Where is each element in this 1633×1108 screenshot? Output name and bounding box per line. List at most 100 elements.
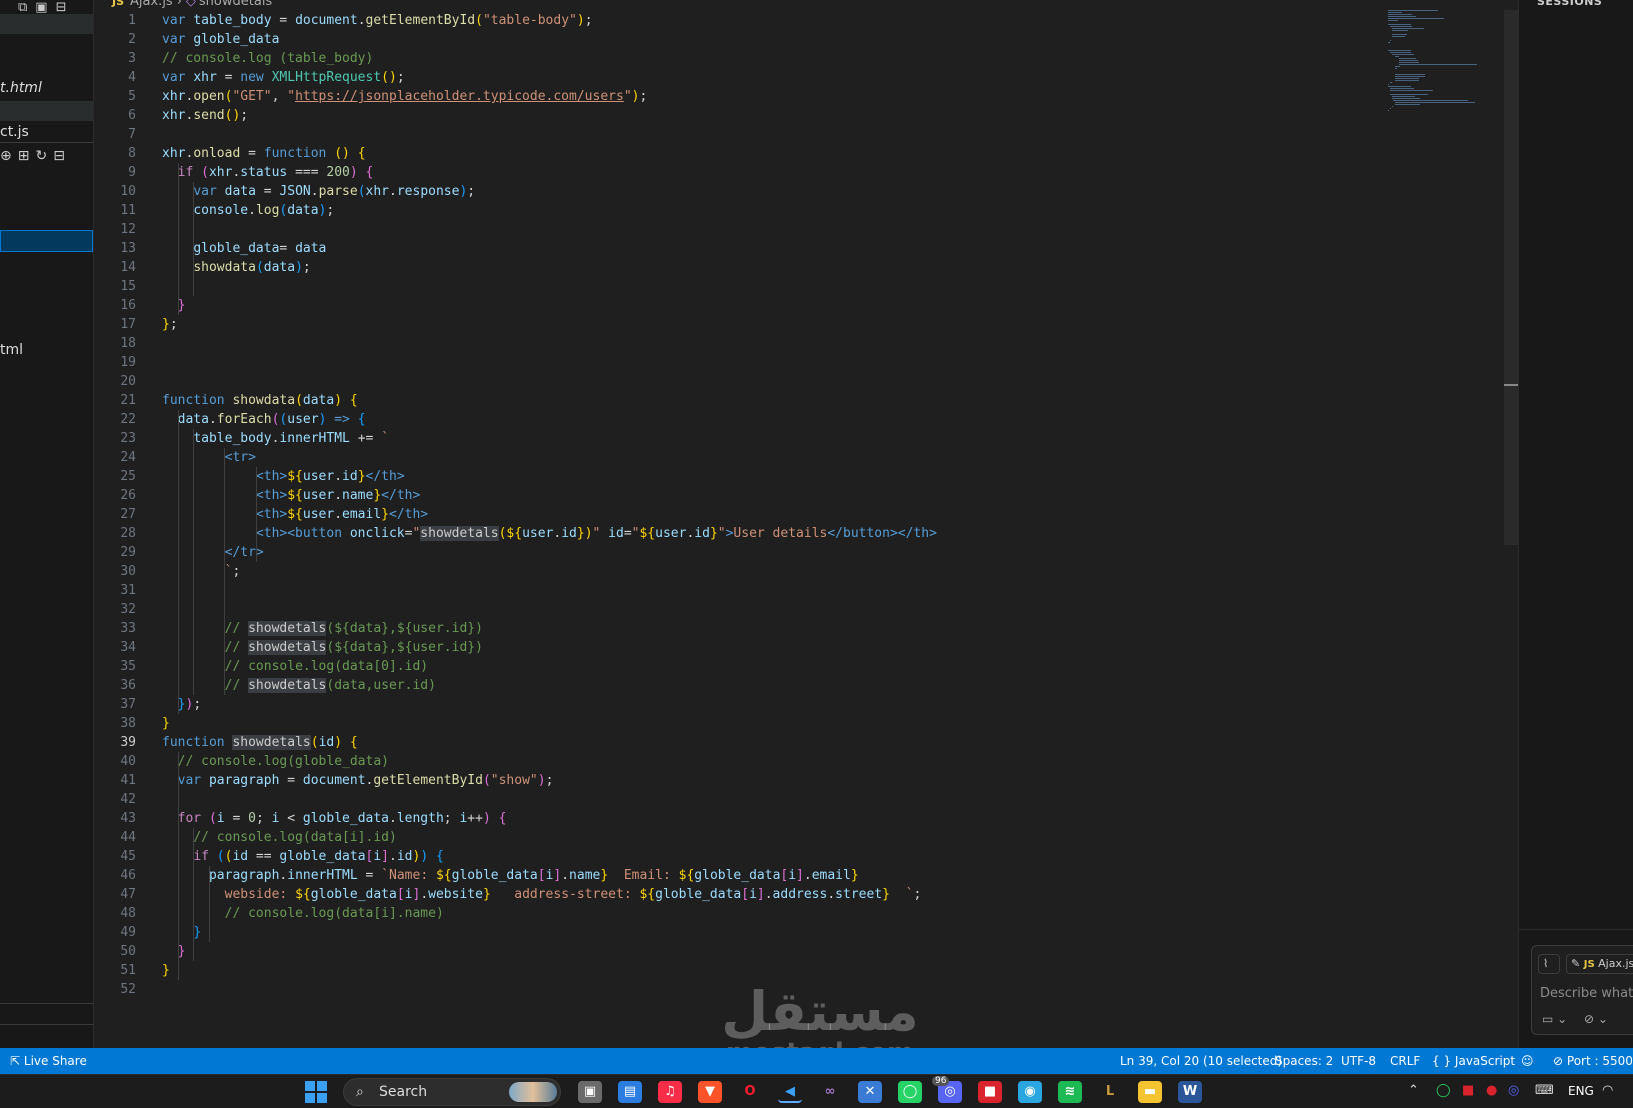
explorer-file-html[interactable]: t.html <box>0 80 42 96</box>
code-line[interactable]: }); <box>162 695 201 714</box>
collapse-icon[interactable]: ⊟ <box>56 0 67 15</box>
code-line[interactable]: <th>${user.name}</th> <box>162 486 420 505</box>
word-icon[interactable]: W <box>1178 1081 1202 1103</box>
code-line[interactable]: } <box>162 961 170 980</box>
end-of-line[interactable]: CRLF <box>1390 1048 1420 1074</box>
refresh-icon[interactable]: ↻ <box>35 148 47 164</box>
code-line[interactable]: // console.log (table_body) <box>162 49 373 68</box>
tray-keyboard-icon[interactable]: ⌨ <box>1535 1083 1554 1098</box>
code-line[interactable]: for (i = 0; i < globle_data.length; i++)… <box>162 809 507 828</box>
code-line[interactable]: xhr.open("GET", "https://jsonplaceholder… <box>162 87 647 106</box>
tray-chevron-icon[interactable]: ⌃ <box>1408 1083 1419 1098</box>
copilot-icon[interactable]: ☺ <box>1521 1048 1534 1074</box>
tray-wifi-icon[interactable]: ◠ <box>1602 1083 1613 1098</box>
encoding[interactable]: UTF-8 <box>1341 1048 1376 1074</box>
minimap[interactable] <box>1388 10 1498 120</box>
code-line[interactable]: var paragraph = document.getElementById(… <box>162 771 554 790</box>
code-line[interactable]: xhr.onload = function () { <box>162 144 366 163</box>
visual-studio-icon[interactable]: ∞ <box>818 1081 842 1103</box>
vscode-icon[interactable]: ◀ <box>778 1081 802 1103</box>
code-line[interactable]: <th>${user.id}</th> <box>162 467 405 486</box>
chat-placeholder[interactable]: Describe what to <box>1540 986 1633 1001</box>
code-line[interactable]: table_body.innerHTML += ` <box>162 429 389 448</box>
code-line[interactable]: <tr> <box>162 448 256 467</box>
code-token: paragraph <box>208 773 280 788</box>
code-line[interactable]: var globle_data <box>162 30 279 49</box>
windows-start-icon[interactable] <box>305 1081 327 1103</box>
chat-input-box[interactable]: ⌇ ✎ JS Ajax.js Describe what to ▭ ⌄ ⊘ ⌄ <box>1531 945 1633 1035</box>
code-line[interactable]: data.forEach((user) => { <box>162 410 366 429</box>
app-red-icon[interactable]: ■ <box>978 1081 1002 1103</box>
whatsapp-icon[interactable]: ◯ <box>898 1081 922 1103</box>
tray-record-icon[interactable]: ● <box>1486 1083 1497 1098</box>
code-line[interactable]: webside: ${globle_data[i].website} addre… <box>162 885 922 904</box>
file-explorer-icon[interactable]: ▬ <box>1138 1081 1162 1103</box>
tray-discord-icon[interactable]: ◎ <box>1508 1083 1519 1098</box>
tray-whatsapp-icon[interactable]: ◯ <box>1436 1083 1451 1098</box>
code-line[interactable]: var data = JSON.parse(xhr.response); <box>162 182 475 201</box>
code-line[interactable]: showdata(data); <box>162 258 310 277</box>
input-language[interactable]: ENG <box>1568 1084 1594 1098</box>
code-line[interactable]: function showdetals(id) { <box>162 733 358 752</box>
code-token: <th> <box>255 507 288 522</box>
new-file-icon[interactable]: ⧉ <box>18 0 27 15</box>
braces-icon: { } <box>1432 1054 1452 1068</box>
code-line[interactable]: // showdetals(${data},${user.id}) <box>162 638 483 657</box>
explorer-file-html-2[interactable]: tml <box>0 342 23 358</box>
spotify-icon[interactable]: ≋ <box>1058 1081 1082 1103</box>
code-line[interactable]: } <box>162 714 170 733</box>
music-icon[interactable]: ♫ <box>658 1081 682 1103</box>
code-line[interactable]: function showdata(data) { <box>162 391 358 410</box>
agent-mode-icon[interactable]: ⊘ ⌄ <box>1584 1012 1608 1026</box>
explorer-file-js[interactable]: ct.js <box>0 124 29 140</box>
indentation[interactable]: Spaces: 2 <box>1275 1048 1333 1074</box>
app-blue-icon[interactable]: ◉ <box>1018 1081 1042 1103</box>
code-line[interactable]: // console.log(data[i].name) <box>162 904 444 923</box>
code-line[interactable]: var table_body = document.getElementById… <box>162 11 593 30</box>
new-folder-icon[interactable]: ▣ <box>35 0 47 15</box>
azure-studio-icon[interactable]: ✕ <box>858 1081 882 1103</box>
breadcrumb-file[interactable]: Ajax.js <box>130 0 173 9</box>
taskbar-search[interactable]: ⌕ Search <box>343 1078 561 1106</box>
code-line[interactable]: // console.log(globle_data) <box>162 752 389 771</box>
code-line[interactable]: } <box>162 923 201 942</box>
code-line[interactable]: // showdetals(${data},${user.id}) <box>162 619 483 638</box>
breadcrumb[interactable]: JS Ajax.js › ◇ showdetals <box>112 0 272 9</box>
code-line[interactable]: var xhr = new XMLHttpRequest(); <box>162 68 405 87</box>
code-line[interactable]: xhr.send(); <box>162 106 248 125</box>
code-line[interactable]: // console.log(data[i].id) <box>162 828 397 847</box>
brave-icon[interactable]: ▼ <box>698 1081 722 1103</box>
code-line[interactable]: console.log(data); <box>162 201 334 220</box>
new-folder-icon[interactable]: ⊞ <box>18 148 30 164</box>
editor-scrollbar[interactable] <box>1504 10 1518 545</box>
context-file-chip[interactable]: ✎ JS Ajax.js <box>1566 954 1633 974</box>
code-line[interactable]: <th>${user.email}</th> <box>162 505 428 524</box>
code-line[interactable]: // console.log(data[0].id) <box>162 657 429 676</box>
explorer-new-item-input[interactable] <box>0 230 93 252</box>
code-line[interactable]: <th><button onclick="showdetals(${user.i… <box>162 524 937 543</box>
breadcrumb-symbol[interactable]: showdetals <box>199 0 272 9</box>
collapse-all-icon[interactable]: ⊟ <box>53 148 65 164</box>
opera-icon[interactable]: O <box>738 1081 762 1103</box>
code-line[interactable]: paragraph.innerHTML = `Name: ${globle_da… <box>162 866 859 885</box>
code-line[interactable]: } <box>162 296 186 315</box>
code-line[interactable]: // showdetals(data,user.id) <box>162 676 436 695</box>
task-view-icon[interactable]: ▣ <box>578 1081 602 1103</box>
code-line[interactable]: } <box>162 942 186 961</box>
code-line[interactable]: `; <box>162 562 241 581</box>
cursor-position[interactable]: Ln 39, Col 20 (10 selected) <box>1120 1048 1282 1074</box>
store-icon[interactable]: ▤ <box>618 1081 642 1103</box>
league-icon[interactable]: L <box>1098 1081 1122 1103</box>
code-line[interactable]: if ((id == globle_data[i].id)) { <box>162 847 443 866</box>
monitor-icon[interactable]: ▭ ⌄ <box>1542 1012 1567 1026</box>
attach-context-button[interactable]: ⌇ <box>1538 954 1560 974</box>
language-mode[interactable]: { } JavaScript <box>1432 1048 1515 1074</box>
code-line[interactable]: }; <box>162 315 178 334</box>
new-file-icon[interactable]: ⊕ <box>0 148 12 164</box>
code-line[interactable]: if (xhr.status === 200) { <box>162 163 374 182</box>
live-server-port[interactable]: ⊘ Port : 5500 <box>1553 1048 1633 1074</box>
code-editor[interactable]: 1 2 3 4 5 6 7 8 9 10 11 12 13 14 15 16 17 18 19 20 21 22 23 24 2… <box>94 0 1504 1048</box>
live-share-button[interactable]: ⇱ Live Share <box>10 1048 87 1074</box>
tray-app-icon[interactable]: ■ <box>1462 1083 1474 1098</box>
code-line[interactable]: globle_data= data <box>162 239 326 258</box>
